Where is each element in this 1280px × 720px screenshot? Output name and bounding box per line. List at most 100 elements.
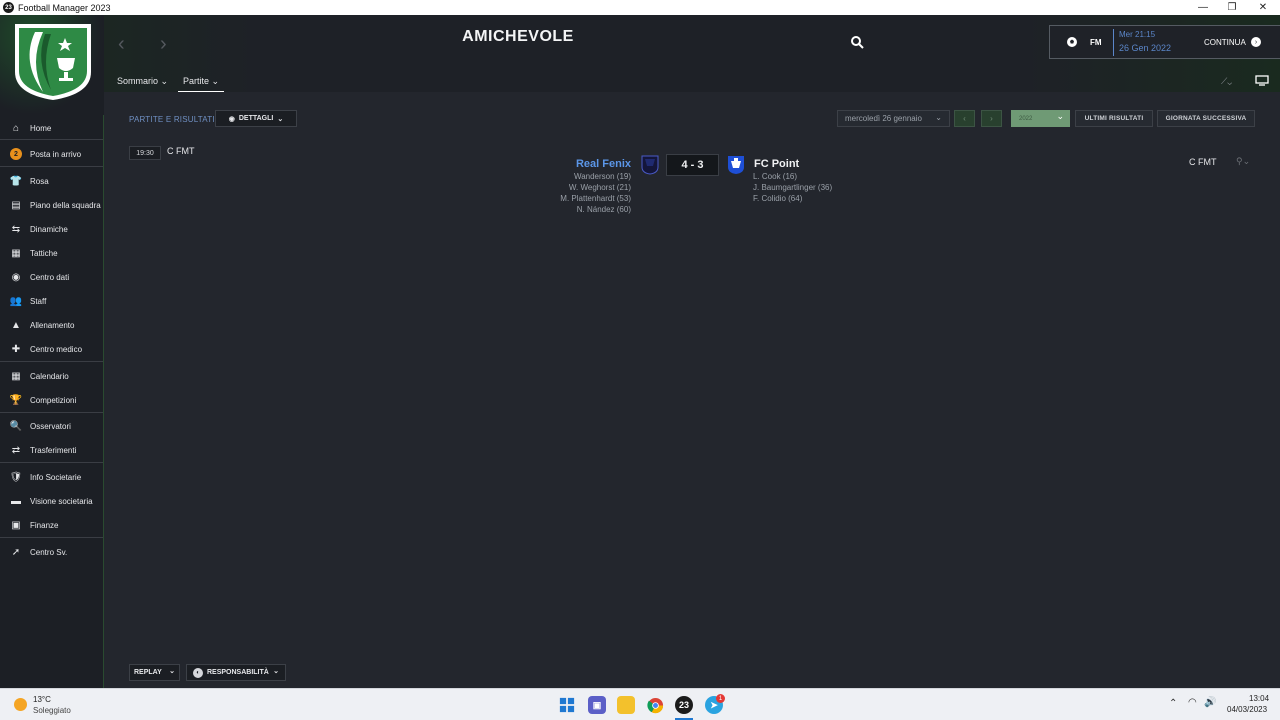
date-picker[interactable]: mercoledì 26 gennaio ⌄ xyxy=(837,110,950,127)
close-button[interactable]: ✕ xyxy=(1246,0,1280,15)
sidebar-item-medical[interactable]: ✚ Centro medico xyxy=(0,338,103,360)
sidebar-item-training[interactable]: ▲ Allenamento xyxy=(0,314,103,336)
match-time: 19:30 xyxy=(129,146,161,160)
year-select-value: 2022 xyxy=(1019,115,1033,122)
responsibility-label: RESPONSABILITÀ xyxy=(207,669,269,676)
shirt-icon: 👕 xyxy=(9,175,23,187)
responsibility-dropdown[interactable]: ◐ RESPONSABILITÀ ⌄ xyxy=(186,664,286,681)
sidebar-item-scouting[interactable]: 🔍 Osservatori xyxy=(0,415,103,437)
home-icon: ⌂ xyxy=(12,122,20,134)
finances-icon: ▣ xyxy=(11,519,21,531)
sidebar-item-transfers[interactable]: ⇄ Trasferimenti xyxy=(0,439,103,461)
telegram-badge: 1 xyxy=(716,694,725,703)
away-team-badge-icon[interactable] xyxy=(727,155,745,175)
home-scorer: Wanderson (19) xyxy=(573,172,631,181)
sidebar-divider xyxy=(0,462,103,463)
sidebar-item-competitions[interactable]: 🏆 Competizioni xyxy=(0,389,103,411)
sidebar-item-squad-plan[interactable]: ▤ Piano della squadra xyxy=(0,194,103,216)
medical-kit-icon: ✚ xyxy=(11,343,21,355)
sidebar-item-schedule[interactable]: ▦ Calendario xyxy=(0,365,103,387)
continue-button[interactable]: CONTINUA xyxy=(1204,38,1246,47)
clock-date[interactable]: 04/03/2023 xyxy=(1227,705,1267,714)
sidebar-divider xyxy=(0,361,103,362)
responsibility-icon: ◐ xyxy=(193,667,203,678)
sidebar-divider xyxy=(0,139,103,140)
sidebar-item-label: Tattiche xyxy=(30,248,58,258)
next-matchday-button[interactable]: GIORNATA SUCCESSIVA xyxy=(1157,110,1255,127)
sidebar-divider xyxy=(0,537,103,538)
app-icon: 23 xyxy=(3,2,14,13)
home-scorer: W. Weghorst (21) xyxy=(568,183,631,192)
sidebar-item-squad[interactable]: 👕 Rosa xyxy=(0,170,103,192)
sidebar-item-club-vision[interactable]: ▬ Visione societaria xyxy=(0,490,103,512)
club-vision-icon: ▬ xyxy=(11,495,21,507)
weather-temp[interactable]: 13°C xyxy=(33,695,51,704)
sidebar-item-label: Trasferimenti xyxy=(30,445,77,455)
search-icon[interactable] xyxy=(850,35,864,49)
monitor-icon[interactable] xyxy=(1255,75,1269,86)
weather-desc[interactable]: Soleggiato xyxy=(33,706,71,715)
inbox-badge-icon: 2 xyxy=(10,148,22,160)
sidebar-item-inbox[interactable]: 2 Posta in arrivo xyxy=(0,143,103,165)
windows-start-icon[interactable] xyxy=(558,696,576,714)
prev-date-button[interactable]: ‹ xyxy=(954,110,975,127)
continue-panel[interactable]: FM Mer 21:15 26 Gen 2022 CONTINUA › xyxy=(1049,25,1280,59)
match-score[interactable]: 4 - 3 xyxy=(666,154,719,176)
chevron-up-icon[interactable]: ⌃ xyxy=(1169,698,1177,709)
chevron-down-icon: ⌄ xyxy=(1056,111,1064,121)
competition-label-right: C FMT xyxy=(1189,157,1217,167)
chevron-down-icon: ⌄ xyxy=(935,113,942,122)
date-divider xyxy=(1113,29,1114,56)
sidebar-item-home[interactable]: ⌂ Home xyxy=(0,117,103,139)
clipboard-icon: ▤ xyxy=(11,199,21,211)
home-scorer: N. Nández (60) xyxy=(576,205,631,214)
tab-matches[interactable]: Partite ⌄ xyxy=(183,76,219,87)
wifi-icon[interactable]: ◠ xyxy=(1188,697,1197,708)
home-team-name[interactable]: Real Fenix xyxy=(575,158,631,170)
year-select[interactable]: 2022 ⌄ xyxy=(1011,110,1070,127)
sidebar-item-label: Finanze xyxy=(30,520,59,530)
chrome-icon[interactable] xyxy=(646,696,664,714)
clock-time[interactable]: 13:04 xyxy=(1249,694,1269,703)
sidebar-item-finances[interactable]: ▣ Finanze xyxy=(0,514,103,536)
sidebar-item-club-info[interactable]: 🛡 Info Societarie xyxy=(0,466,103,488)
match-search-icon[interactable]: ⚲⌄ xyxy=(1236,156,1250,167)
tab-summary[interactable]: Sommario ⌄ xyxy=(117,76,168,87)
sidebar-item-staff[interactable]: 👥 Staff xyxy=(0,290,103,312)
edit-icon[interactable]: ⟋⌄ xyxy=(1221,76,1232,87)
fm-logo: FM xyxy=(1090,38,1102,47)
home-team-badge-icon[interactable] xyxy=(641,155,659,175)
teams-chat-icon[interactable]: ▣ xyxy=(588,696,606,714)
replay-dropdown[interactable]: REPLAY ⌄ xyxy=(129,664,180,681)
window-titlebar: 23 Football Manager 2023 — ❐ ✕ xyxy=(0,0,1280,15)
file-explorer-icon[interactable] xyxy=(617,696,635,714)
current-day-time: Mer 21:15 xyxy=(1119,30,1156,39)
date-picker-value: mercoledì 26 gennaio xyxy=(845,114,922,123)
chevron-down-icon: ⌄ xyxy=(277,115,284,123)
volume-icon[interactable]: 🔊 xyxy=(1204,697,1216,708)
chevron-down-icon: ⌄ xyxy=(273,668,279,675)
sidebar-item-label: Competizioni xyxy=(30,395,77,405)
sidebar-item-tactics[interactable]: ▦ Tattiche xyxy=(0,242,103,264)
details-dropdown[interactable]: ◉ DETTAGLI ⌄ xyxy=(215,110,297,127)
away-team-name[interactable]: FC Point xyxy=(754,158,799,170)
data-hub-icon: ◉ xyxy=(11,271,21,283)
sidebar-item-dev-centre[interactable]: ➚ Centro Sv. xyxy=(0,541,103,563)
sidebar-item-label: Piano della squadra xyxy=(30,200,101,210)
next-date-button[interactable]: › xyxy=(981,110,1002,127)
continue-arrow-icon: › xyxy=(1251,37,1261,47)
sidebar-item-label: Calendario xyxy=(30,371,69,381)
transfers-icon: ⇄ xyxy=(11,444,21,456)
current-date: 26 Gen 2022 xyxy=(1119,43,1172,53)
sidebar-item-data-hub[interactable]: ◉ Centro dati xyxy=(0,266,103,288)
sidebar-divider xyxy=(0,166,103,167)
sidebar-item-label: Centro Sv. xyxy=(30,547,68,557)
windows-taskbar: 13°C Soleggiato ▣ 23 ➤ 1 ⌃ ◠ 🔊 13:04 04/… xyxy=(0,688,1280,720)
football-manager-taskbar-icon[interactable]: 23 xyxy=(675,696,693,714)
training-cone-icon: ▲ xyxy=(11,319,21,331)
sidebar-item-dynamics[interactable]: ⇆ Dinamiche xyxy=(0,218,103,240)
maximize-button[interactable]: ❐ xyxy=(1215,0,1249,15)
latest-results-button[interactable]: ULTIMI RISULTATI xyxy=(1075,110,1153,127)
sun-weather-icon[interactable] xyxy=(14,698,27,711)
competition-label: C FMT xyxy=(167,146,195,156)
